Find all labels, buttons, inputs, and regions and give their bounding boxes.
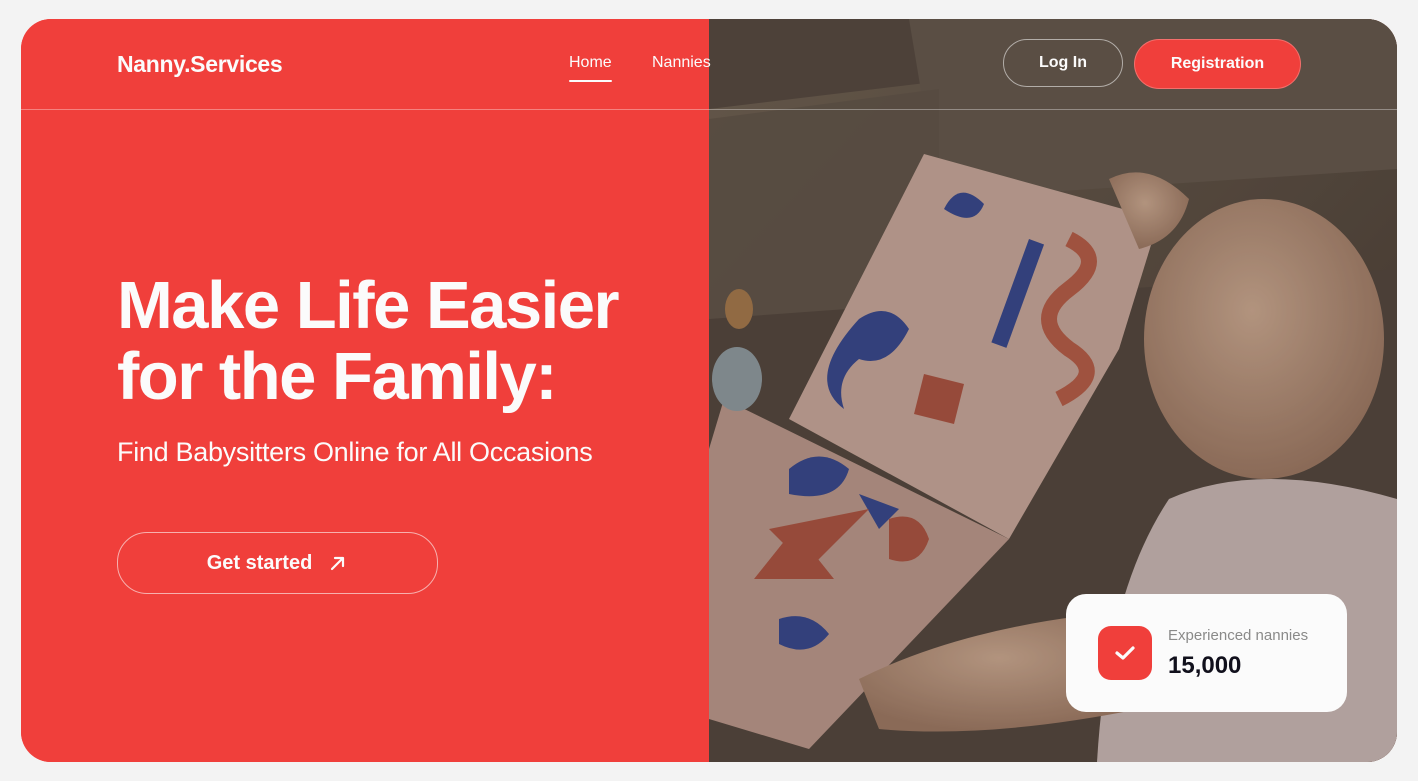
stat-value: 15,000 bbox=[1168, 652, 1242, 679]
hero-title: Make Life Easier for the Family: bbox=[117, 268, 620, 414]
get-started-button[interactable]: Get started bbox=[117, 532, 438, 594]
experienced-nannies-card: Experienced nannies 15,000 bbox=[1066, 594, 1347, 712]
header-divider bbox=[21, 109, 1397, 110]
nav-nannies-link[interactable]: Nannies bbox=[652, 54, 711, 72]
logo[interactable]: Nanny.Services bbox=[117, 51, 283, 78]
stat-label: Experienced nannies bbox=[1168, 627, 1309, 644]
login-button[interactable]: Log In bbox=[1003, 39, 1123, 87]
hero-subtitle: Find Babysitters Online for All Occasion… bbox=[117, 437, 593, 467]
get-started-label: Get started bbox=[206, 551, 313, 574]
arrow-up-right-icon bbox=[328, 553, 348, 573]
check-icon bbox=[1098, 626, 1152, 680]
registration-button[interactable]: Registration bbox=[1134, 39, 1301, 89]
nav-home-link[interactable]: Home bbox=[569, 54, 612, 72]
nav-active-indicator bbox=[569, 80, 612, 82]
hero-card: Nanny.Services Home Nannies Log In Regis… bbox=[21, 19, 1397, 762]
